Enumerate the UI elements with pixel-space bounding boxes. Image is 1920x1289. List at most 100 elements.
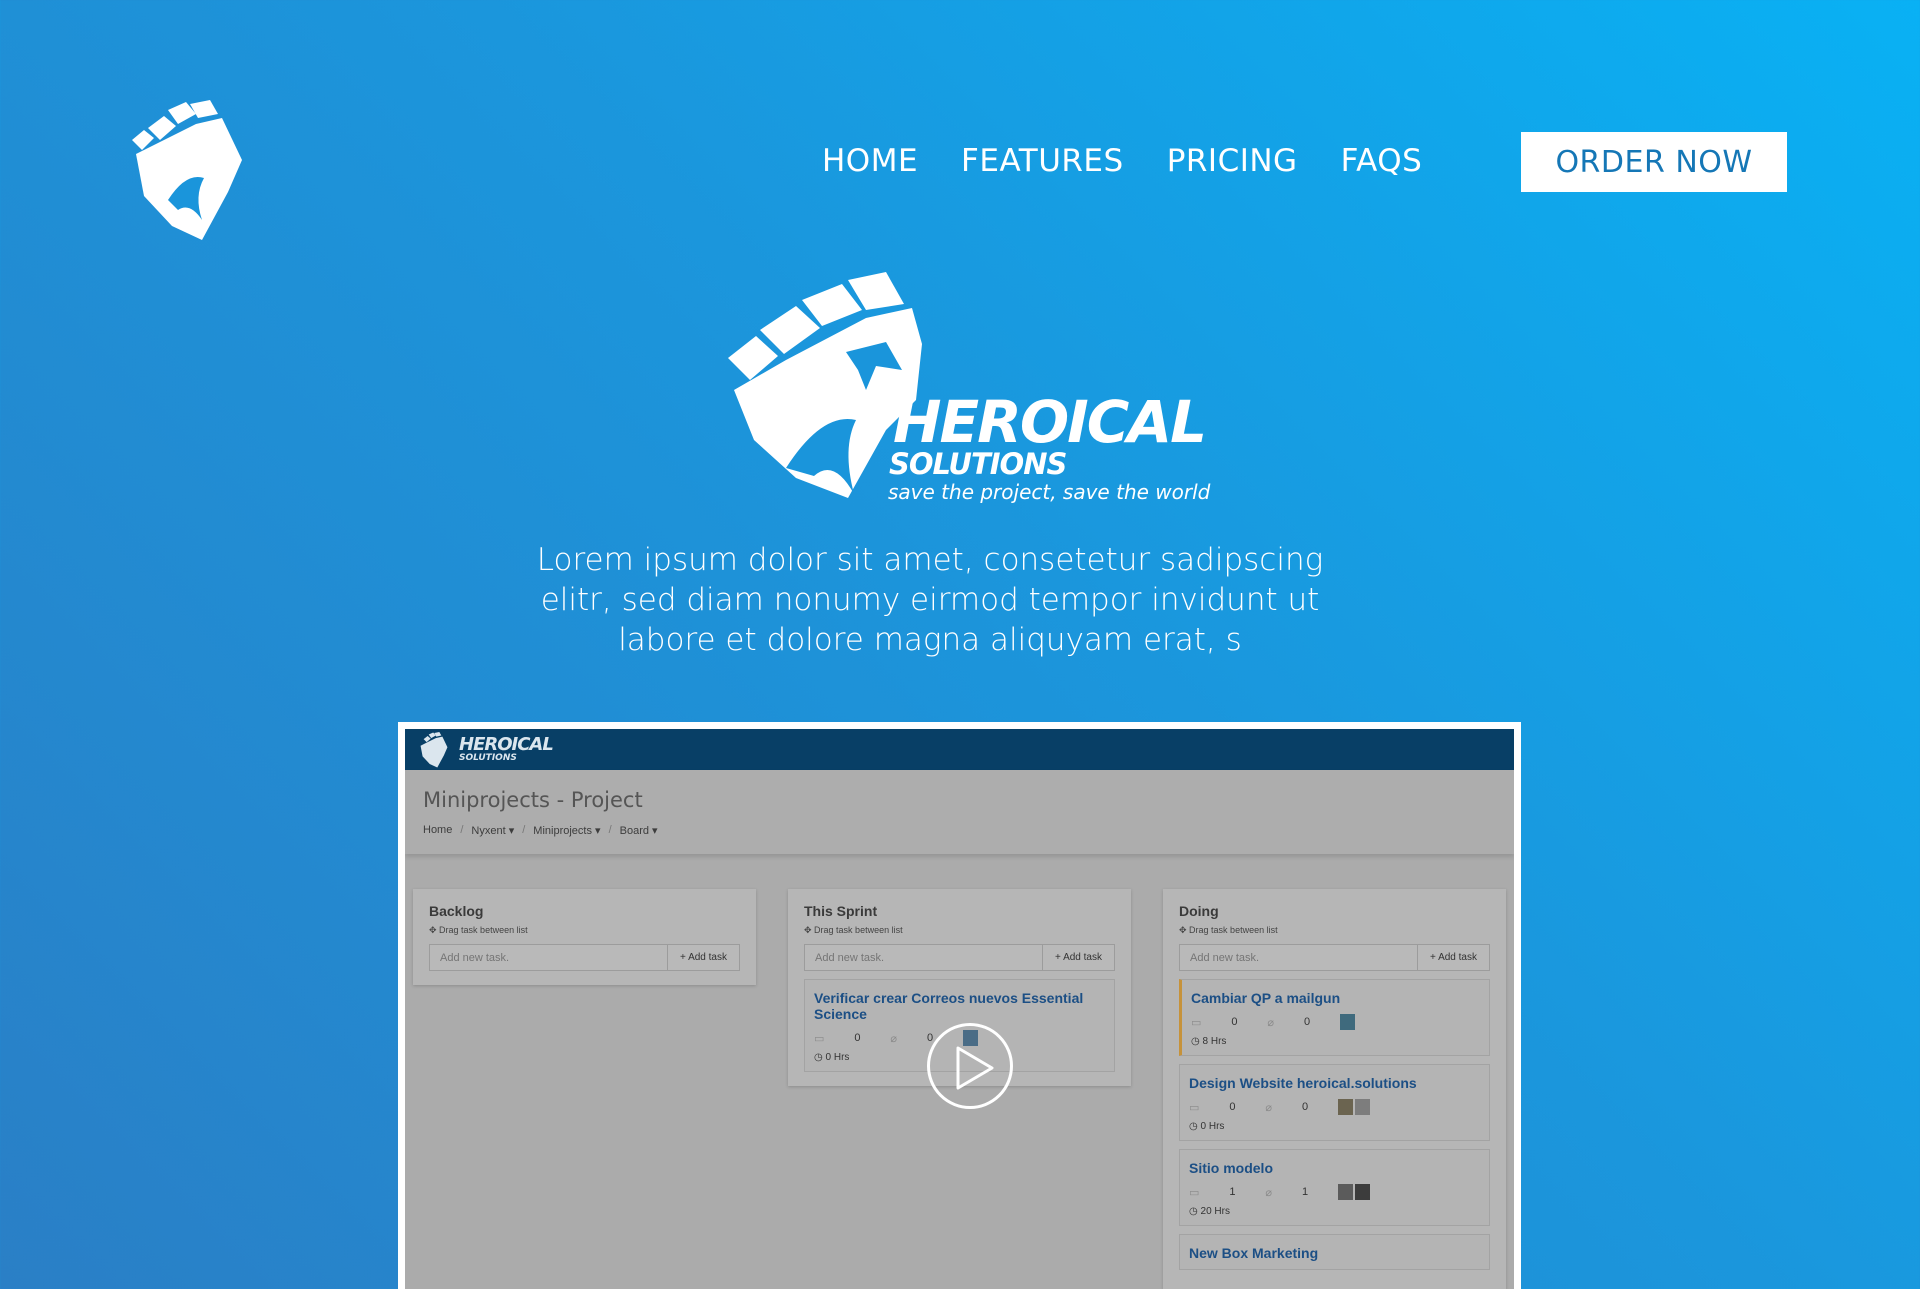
task-card[interactable]: Sitio modelo ▭ 1 ⌀ 1 ◷ 20 Hrs bbox=[1179, 1149, 1490, 1226]
app-topbar: HEROICAL SOLUTIONS bbox=[405, 729, 1514, 770]
breadcrumb-separator: / bbox=[460, 824, 464, 836]
attachment-icon: ⌀ bbox=[1265, 1101, 1273, 1114]
caret-down-icon: ▾ bbox=[505, 825, 515, 837]
breadcrumb-miniprojects-label: Miniprojects bbox=[533, 825, 592, 837]
clock-icon: ◷ bbox=[1189, 1206, 1201, 1217]
column-hint-label: Drag task between list bbox=[814, 925, 903, 935]
app-fist-icon bbox=[420, 731, 448, 767]
add-task-input[interactable] bbox=[430, 945, 667, 970]
attachment-icon: ⌀ bbox=[890, 1032, 898, 1045]
task-title: Sitio modelo bbox=[1189, 1160, 1273, 1176]
column-title: Doing bbox=[1179, 903, 1219, 919]
breadcrumb: Home / Nyxent ▾ / Miniprojects ▾ / Board… bbox=[423, 824, 1496, 837]
drag-icon: ✥ bbox=[429, 925, 440, 935]
fist-logo-icon[interactable] bbox=[130, 100, 248, 242]
clock-icon: ◷ bbox=[1191, 1036, 1203, 1047]
breadcrumb-nyxent-label: Nyxent bbox=[471, 825, 506, 837]
play-icon bbox=[956, 1046, 994, 1090]
add-task-row: + Add task bbox=[1179, 944, 1490, 971]
comment-icon: ▭ bbox=[1189, 1186, 1200, 1199]
drag-icon: ✥ bbox=[804, 925, 815, 935]
add-task-button[interactable]: + Add task bbox=[1417, 945, 1489, 970]
attachment-icon: ⌀ bbox=[1267, 1016, 1275, 1029]
avatar bbox=[1338, 1184, 1354, 1200]
app-brand-name: HEROICAL bbox=[459, 734, 554, 755]
hero-description: Lorem ipsum dolor sit amet, consetetur s… bbox=[536, 542, 1324, 658]
attachment-icon: ⌀ bbox=[1265, 1186, 1273, 1199]
breadcrumb-separator: / bbox=[608, 824, 612, 836]
hero-tagline: save the project, save the world bbox=[888, 480, 1211, 504]
task-meta: ▭ 1 ⌀ 1 bbox=[1189, 1184, 1479, 1200]
main-nav: HOME FEATURES PRICING FAQS bbox=[822, 131, 1422, 191]
hero-brand-sub: SOLUTIONS bbox=[889, 447, 1067, 481]
breadcrumb-miniprojects[interactable]: Miniprojects ▾ bbox=[533, 824, 600, 837]
breadcrumb-board[interactable]: Board ▾ bbox=[620, 824, 658, 837]
nav-faqs[interactable]: FAQS bbox=[1341, 131, 1423, 191]
task-time-label: 0 Hrs bbox=[1200, 1121, 1225, 1132]
comment-count: 1 bbox=[1229, 1186, 1236, 1198]
task-card[interactable]: Design Website heroical.solutions ▭ 0 ⌀ … bbox=[1179, 1064, 1490, 1141]
attachment-count: 0 bbox=[1303, 1016, 1311, 1028]
hero-brand-name: HEROICAL bbox=[893, 388, 1207, 456]
comment-count: 0 bbox=[854, 1032, 861, 1044]
column-hint-label: Drag task between list bbox=[439, 925, 528, 935]
comment-icon: ▭ bbox=[1189, 1101, 1200, 1114]
task-meta: ▭ 0 ⌀ 0 bbox=[1191, 1014, 1479, 1030]
column-title: This Sprint bbox=[804, 903, 878, 919]
add-task-button[interactable]: + Add task bbox=[1042, 945, 1114, 970]
comment-icon: ▭ bbox=[814, 1032, 825, 1045]
task-title: Cambiar QP a mailgun bbox=[1191, 990, 1341, 1006]
order-now-button[interactable]: ORDER NOW bbox=[1521, 132, 1787, 192]
column-hint: ✥ Drag task between list bbox=[429, 925, 740, 936]
task-title: Design Website heroical.solutions bbox=[1189, 1075, 1417, 1091]
task-title: New Box Marketing bbox=[1189, 1245, 1319, 1261]
task-time-label: 20 Hrs bbox=[1200, 1206, 1230, 1217]
clock-icon: ◷ bbox=[1189, 1121, 1201, 1132]
attachment-count: 0 bbox=[1301, 1101, 1309, 1113]
app-header: Miniprojects - Project Home / Nyxent ▾ /… bbox=[405, 770, 1514, 854]
column-hint-label: Drag task between list bbox=[1189, 925, 1278, 935]
column-doing: Doing ✥ Drag task between list + Add tas… bbox=[1163, 889, 1506, 1289]
caret-down-icon: ▾ bbox=[648, 825, 658, 837]
add-task-input[interactable] bbox=[805, 945, 1042, 970]
caret-down-icon: ▾ bbox=[591, 825, 601, 837]
add-task-input[interactable] bbox=[1180, 945, 1417, 970]
drag-icon: ✥ bbox=[1179, 925, 1190, 935]
task-time-label: 8 Hrs bbox=[1202, 1036, 1227, 1047]
task-time: ◷ 20 Hrs bbox=[1189, 1206, 1479, 1217]
avatar bbox=[1355, 1099, 1371, 1115]
add-task-row: + Add task bbox=[804, 944, 1115, 971]
add-task-button[interactable]: + Add task bbox=[667, 945, 739, 970]
app-preview[interactable]: HEROICAL SOLUTIONS Miniprojects - Projec… bbox=[405, 729, 1514, 1289]
task-time: ◷ 0 Hrs bbox=[1189, 1121, 1479, 1132]
task-meta: ▭ 0 ⌀ 0 bbox=[1189, 1099, 1479, 1115]
play-video-button[interactable] bbox=[927, 1023, 1013, 1109]
comment-count: 0 bbox=[1229, 1101, 1236, 1113]
nav-home[interactable]: HOME bbox=[822, 131, 918, 191]
task-title: Verificar crear Correos nuevos Essential… bbox=[814, 990, 1084, 1022]
breadcrumb-separator: / bbox=[522, 824, 526, 836]
column-hint: ✥ Drag task between list bbox=[1179, 925, 1490, 936]
nav-pricing[interactable]: PRICING bbox=[1167, 131, 1298, 191]
app-page-title: Miniprojects - Project bbox=[423, 788, 643, 812]
landing-page: HOME FEATURES PRICING FAQS ORDER NOW HER… bbox=[0, 0, 1920, 1289]
add-task-row: + Add task bbox=[429, 944, 740, 971]
task-card[interactable]: New Box Marketing bbox=[1179, 1234, 1490, 1270]
avatar bbox=[1355, 1184, 1371, 1200]
comment-count: 0 bbox=[1231, 1016, 1238, 1028]
column-title: Backlog bbox=[429, 903, 484, 919]
task-time: ◷ 8 Hrs bbox=[1191, 1036, 1479, 1047]
breadcrumb-nyxent[interactable]: Nyxent ▾ bbox=[471, 824, 514, 837]
column-hint: ✥ Drag task between list bbox=[804, 925, 1115, 936]
app-brand-sub: SOLUTIONS bbox=[459, 753, 517, 763]
avatar bbox=[1340, 1014, 1356, 1030]
task-card[interactable]: Cambiar QP a mailgun ▭ 0 ⌀ 0 ◷ 8 Hrs bbox=[1179, 979, 1490, 1056]
app-brand: HEROICAL SOLUTIONS bbox=[459, 734, 554, 763]
nav-features[interactable]: FEATURES bbox=[961, 131, 1124, 191]
column-backlog: Backlog ✥ Drag task between list + Add t… bbox=[413, 889, 756, 985]
breadcrumb-board-label: Board bbox=[619, 825, 649, 837]
breadcrumb-home[interactable]: Home bbox=[423, 824, 452, 837]
avatar bbox=[1338, 1099, 1354, 1115]
clock-icon: ◷ bbox=[814, 1052, 826, 1063]
comment-icon: ▭ bbox=[1191, 1016, 1202, 1029]
